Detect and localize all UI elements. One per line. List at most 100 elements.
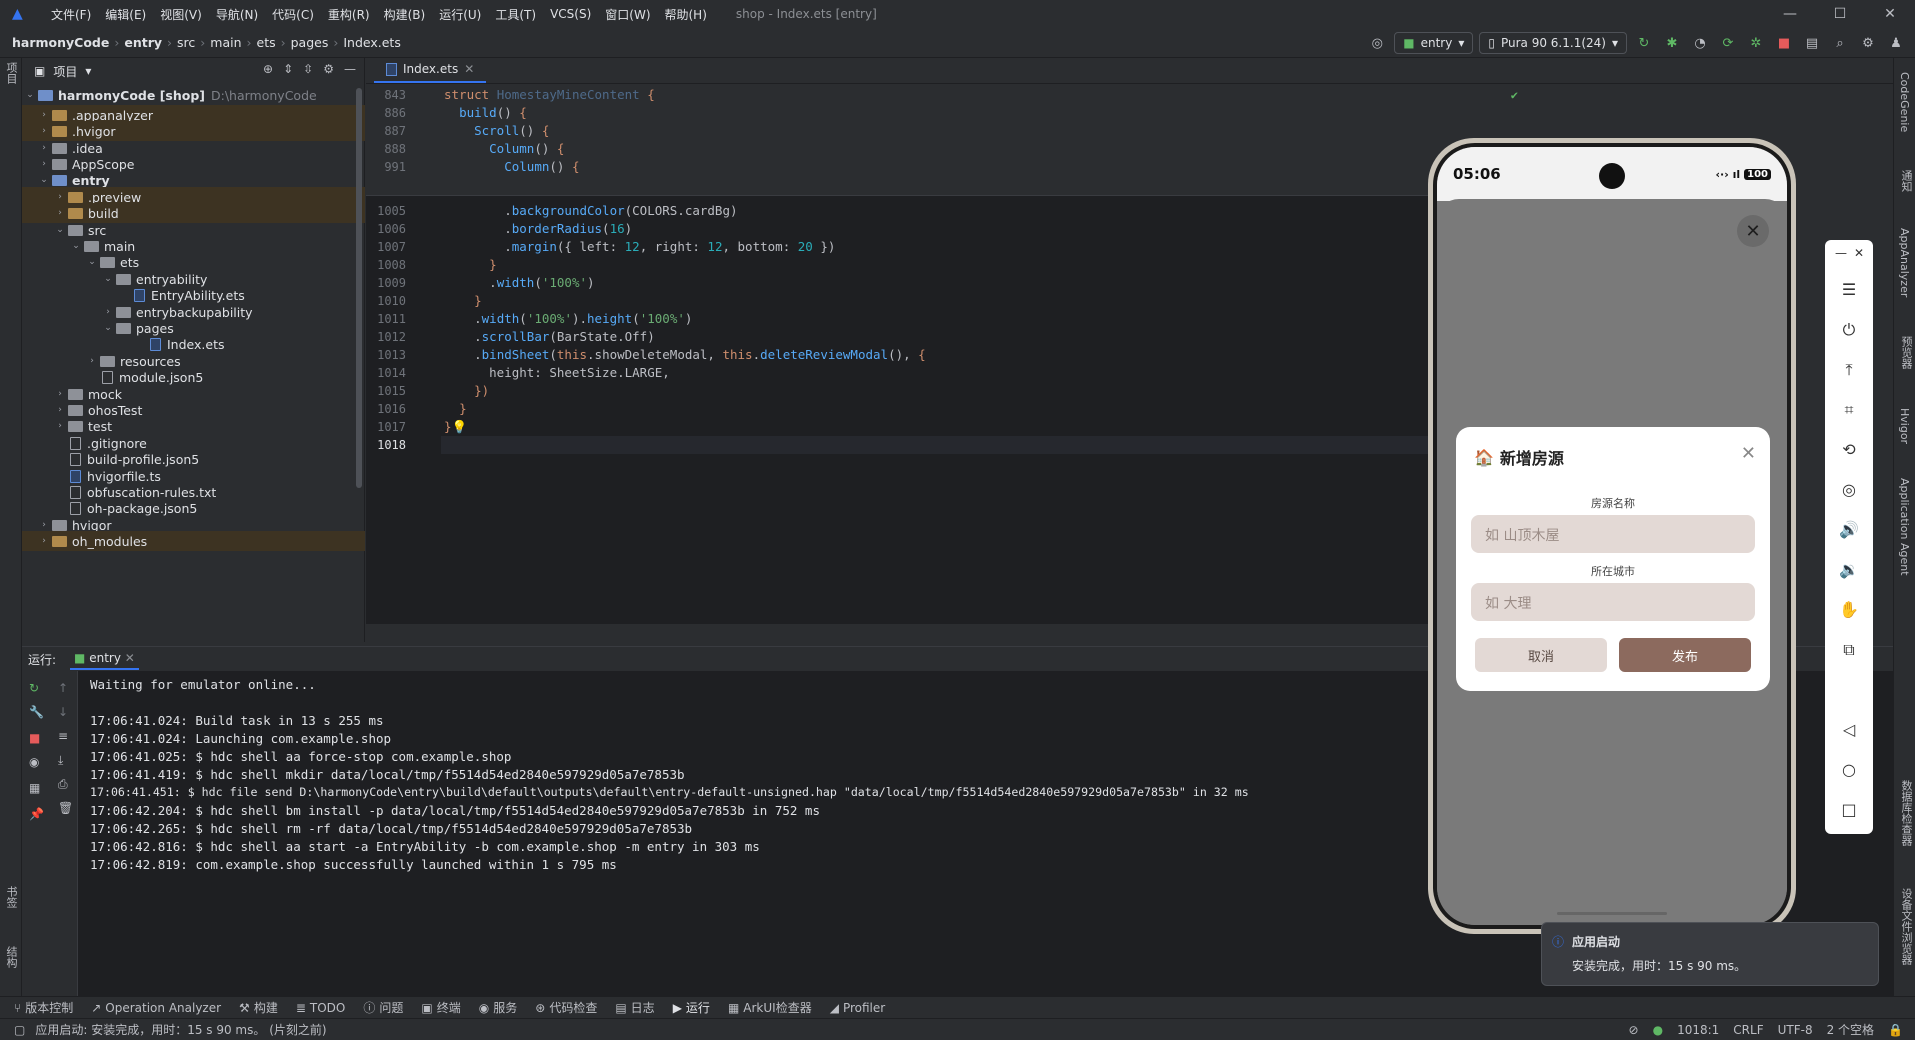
expand-all-icon[interactable]: ⇕ (283, 62, 293, 76)
menu-view[interactable]: 视图(V) (153, 6, 209, 23)
tool-structure[interactable]: 结构 (3, 946, 19, 968)
tool-device-file-explorer[interactable]: 设备文件浏览器 (1898, 888, 1914, 965)
file-encoding[interactable]: UTF-8 (1778, 1023, 1813, 1037)
close-icon[interactable]: ✕ (464, 62, 474, 76)
tree-root[interactable]: ⌄ harmonyCode [shop] D:\harmonyCode (22, 85, 365, 105)
collapse-all-icon[interactable]: ⇳ (303, 62, 313, 76)
tool-build[interactable]: ⚒ 构建 (239, 999, 278, 1016)
menu-refactor[interactable]: 重构(R) (321, 6, 377, 23)
target-icon[interactable]: ◎ (1366, 32, 1388, 54)
arrow-up-icon[interactable]: ↑ (58, 681, 68, 695)
menu-tools[interactable]: 工具(T) (488, 6, 543, 23)
device-select[interactable]: ▯ Pura 90 6.1.1(24) ▾ (1479, 32, 1627, 54)
home-icon[interactable]: ○ (1837, 760, 1861, 779)
profile-icon[interactable]: ◔ (1689, 32, 1711, 54)
tool-todo[interactable]: ≣ TODO (296, 1001, 346, 1015)
crop-icon[interactable]: ⌗ (1837, 400, 1861, 420)
publish-button[interactable]: 发布 (1619, 638, 1751, 672)
volume-down-icon[interactable]: 🔉 (1837, 560, 1861, 579)
stop-icon[interactable]: ■ (29, 731, 40, 745)
panel-toggle-icon[interactable]: ▢ (14, 1023, 25, 1037)
menu-vcs[interactable]: VCS(S) (543, 7, 598, 21)
maximize-icon[interactable]: ☐ (1815, 0, 1865, 28)
pin-icon[interactable]: 📌 (29, 807, 44, 821)
city-input[interactable]: 如 大理 (1471, 583, 1755, 621)
homestay-name-input[interactable]: 如 山顶木屋 (1471, 515, 1755, 553)
hide-icon[interactable]: — (344, 62, 356, 76)
tool-application-agent[interactable]: Application Agent (1898, 478, 1911, 576)
layout-icon[interactable]: ▦ (29, 781, 40, 795)
breadcrumb-item[interactable]: pages (291, 35, 329, 50)
status-message[interactable]: 应用启动: 安装完成，用时：15 s 90 ms。 (片刻之前) (35, 1021, 326, 1038)
tool-terminal[interactable]: ▣ 终端 (421, 999, 460, 1016)
device-manager-icon[interactable]: ▤ (1801, 32, 1823, 54)
chevron-down-icon[interactable]: ▾ (85, 64, 91, 78)
tool-problems[interactable]: ⓘ 问题 (363, 999, 403, 1016)
tool-project[interactable]: 项目 (3, 62, 19, 84)
tool-run[interactable]: ▶ 运行 (673, 999, 710, 1016)
breadcrumb-item[interactable]: main (210, 35, 241, 50)
location-icon[interactable]: ◎ (1837, 480, 1861, 499)
debug-icon[interactable]: ✱ (1661, 32, 1683, 54)
soft-wrap-icon[interactable]: ≡ (58, 729, 68, 743)
tree-item[interactable]: › oh_modules (22, 531, 365, 551)
tool-version-control[interactable]: ⑂ 版本控制 (14, 999, 73, 1016)
line-separator[interactable]: CRLF (1733, 1023, 1763, 1037)
lock-icon[interactable]: 🔒 (1888, 1023, 1903, 1037)
attach-debugger-icon[interactable]: ✲ (1745, 32, 1767, 54)
indent-setting[interactable]: 2 个空格 (1827, 1021, 1874, 1038)
tool-inspection[interactable]: ⊛ 代码检查 (535, 999, 597, 1016)
breadcrumb-item[interactable]: harmonyCode (12, 35, 109, 50)
menu-file[interactable]: 文件(F) (44, 6, 98, 23)
search-icon[interactable]: ⌕ (1829, 32, 1851, 54)
close-icon[interactable]: ✕ (1865, 0, 1915, 28)
minimize-icon[interactable]: — (1765, 0, 1815, 28)
tab-index-ets[interactable]: Index.ets ✕ (374, 57, 487, 83)
menu-window[interactable]: 窗口(W) (598, 6, 657, 23)
dialog-close-icon[interactable]: ✕ (1741, 443, 1756, 464)
screenshot-icon[interactable]: ⧉ (1837, 640, 1861, 660)
tool-notifications[interactable]: 通知 (1898, 170, 1914, 192)
settings-icon[interactable]: ⚙ (323, 62, 334, 76)
power-icon[interactable]: ⏻ (1837, 320, 1861, 340)
assistant-icon[interactable]: ♟ (1885, 32, 1907, 54)
breadcrumb-item[interactable]: ets (257, 35, 276, 50)
volume-up-icon[interactable]: 🔊 (1837, 520, 1861, 539)
cancel-button[interactable]: 取消 (1475, 638, 1607, 672)
menu-edit[interactable]: 编辑(E) (98, 6, 153, 23)
tool-arkui-inspector[interactable]: ▦ ArkUI检查器 (728, 999, 812, 1016)
tool-services[interactable]: ◉ 服务 (479, 999, 518, 1016)
shake-icon[interactable]: ✋ (1837, 600, 1861, 619)
breadcrumb-item[interactable]: entry (124, 35, 162, 50)
tool-hvigor[interactable]: Hvigor (1898, 408, 1911, 444)
rotate-icon[interactable]: ⟲ (1837, 440, 1861, 459)
arrow-down-icon[interactable]: ↓ (58, 705, 68, 719)
rerun-icon[interactable]: ↻ (29, 681, 39, 695)
menu-navigate[interactable]: 导航(N) (209, 6, 265, 23)
print-icon[interactable]: ⎙ (58, 777, 68, 792)
code-editor[interactable]: 843 struct HomestayMineContent { 886 bui… (366, 84, 1526, 624)
stop-icon[interactable]: ■ (1773, 32, 1795, 54)
camera-icon[interactable]: ◉ (29, 755, 39, 769)
tool-codegenie[interactable]: CodeGenie (1898, 72, 1911, 132)
tool-appanalyzer[interactable]: AppAnalyzer (1898, 228, 1911, 297)
tool-log[interactable]: ▤ 日志 (615, 999, 654, 1016)
close-icon[interactable]: ✕ (1847, 246, 1871, 260)
run-tab[interactable]: ■ entry ✕ (70, 648, 139, 670)
menu-code[interactable]: 代码(C) (265, 6, 321, 23)
cursor-position[interactable]: 1018:1 (1677, 1023, 1719, 1037)
run-config-select[interactable]: ■ entry ▾ (1394, 32, 1474, 54)
rerun-icon[interactable]: ↻ (1633, 32, 1655, 54)
notification-toast[interactable]: ⓘ 应用启动 安装完成，用时：15 s 90 ms。 (1541, 922, 1879, 986)
tool-previewer[interactable]: 预览器 (1898, 336, 1914, 369)
wrench-icon[interactable]: 🔧 (29, 705, 44, 719)
breadcrumb-item[interactable]: Index.ets (343, 35, 401, 50)
upload-icon[interactable]: ⤒ (1837, 360, 1861, 380)
tool-database-inspector[interactable]: 数据库检查器 (1898, 780, 1914, 846)
tool-bookmarks[interactable]: 书签 (3, 886, 19, 908)
close-icon[interactable]: ✕ (125, 651, 135, 665)
menu-help[interactable]: 帮助(H) (658, 6, 714, 23)
trash-icon[interactable]: 🗑 (58, 801, 73, 815)
apply-changes-icon[interactable]: ⟳ (1717, 32, 1739, 54)
menu-build[interactable]: 构建(B) (377, 6, 433, 23)
